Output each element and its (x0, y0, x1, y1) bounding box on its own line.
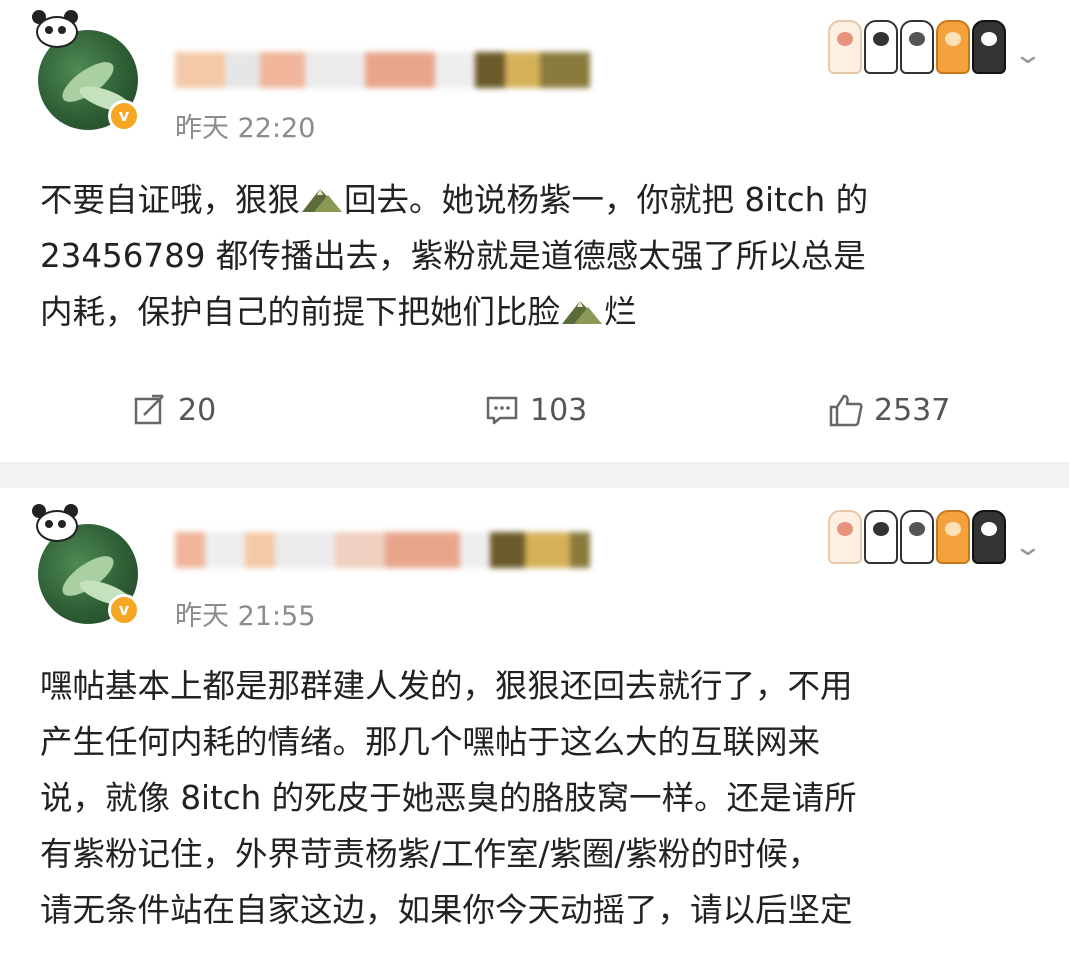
verified-badge-icon: v (108, 100, 140, 132)
like-button[interactable]: 2537 (828, 392, 950, 428)
paw-icon (828, 510, 862, 564)
post-text-line: 产生任何内耗的情绪。那几个嘿帖于这么大的互联网来 (40, 723, 821, 761)
post-text-line: 说，就像 8itch 的死皮于她恶臭的胳肢窝一样。还是请所 (40, 779, 857, 817)
like-count: 2537 (874, 392, 951, 428)
mountain-emoji-icon (302, 189, 343, 212)
username-redacted[interactable] (175, 532, 590, 568)
post-actions-bar: 20 103 2537 (0, 392, 1069, 446)
comment-count: 103 (530, 392, 588, 428)
repost-button[interactable]: 20 (132, 392, 216, 428)
paw-icon (864, 20, 898, 74)
username-redacted[interactable] (175, 52, 590, 88)
thumbs-up-icon (829, 394, 863, 427)
user-avatar[interactable]: v (30, 8, 150, 138)
post-text-line: 嘿帖基本上都是那群建人发的，狠狠还回去就行了，不用 (40, 667, 853, 705)
post-timestamp: 昨天 22:20 (175, 113, 316, 144)
repost-count: 20 (178, 392, 217, 428)
post-timestamp: 昨天 21:55 (175, 601, 316, 632)
paw-icon (936, 510, 970, 564)
mountain-emoji-icon (562, 301, 603, 324)
paw-stickers-decoration (828, 20, 1006, 75)
panda-icon (30, 8, 80, 48)
chevron-down-icon[interactable]: ⌄ (1013, 40, 1044, 70)
post-text-segment: 不要自证哦，狠狠 (40, 181, 301, 219)
paw-icon (936, 20, 970, 74)
post-text-segment: 内耗，保护自己的前提下把她们比脸 (40, 293, 561, 331)
panda-icon (30, 502, 80, 542)
post-text-line: 请无条件站在自家这边，如果你今天动摇了，请以后坚定 (40, 891, 853, 929)
paw-icon (864, 510, 898, 564)
verified-badge-icon: v (108, 594, 140, 626)
comment-icon (486, 396, 518, 425)
paw-icon (972, 20, 1006, 74)
post-text-segment: 烂 (604, 293, 637, 331)
post-body: 嘿帖基本上都是那群建人发的，狠狠还回去就行了，不用 产生任何内耗的情绪。那几个嘿… (40, 658, 1040, 938)
chevron-down-icon[interactable]: ⌄ (1013, 532, 1044, 562)
post-body: 不要自证哦，狠狠 回去。她说杨紫一，你就把 8itch 的 23456789 都传… (40, 172, 1040, 340)
post-text-line: 有紫粉记住，外界苛责杨紫/工作室/紫圈/紫粉的时候， (40, 835, 821, 873)
paw-icon (900, 510, 934, 564)
paw-icon (900, 20, 934, 74)
comment-button[interactable]: 103 (484, 392, 587, 428)
paw-icon (972, 510, 1006, 564)
paw-stickers-decoration (828, 510, 1006, 565)
weibo-post-2: v 昨天 21:55 ⌄ 嘿帖基本上都是那群建人发的，狠狠还回去就行了，不用 产… (0, 488, 1069, 963)
user-avatar[interactable]: v (30, 502, 150, 632)
post-text-segment: 回去。她说杨紫一，你就把 8itch 的 (344, 181, 869, 219)
post-text-line: 23456789 都传播出去，紫粉就是道德感太强了所以总是 (40, 237, 866, 275)
repost-icon (134, 394, 164, 425)
paw-icon (828, 20, 862, 74)
weibo-post-1: v 昨天 22:20 ⌄ 不要自证哦，狠狠 回去。她说杨紫一，你就把 8itch … (0, 0, 1069, 462)
